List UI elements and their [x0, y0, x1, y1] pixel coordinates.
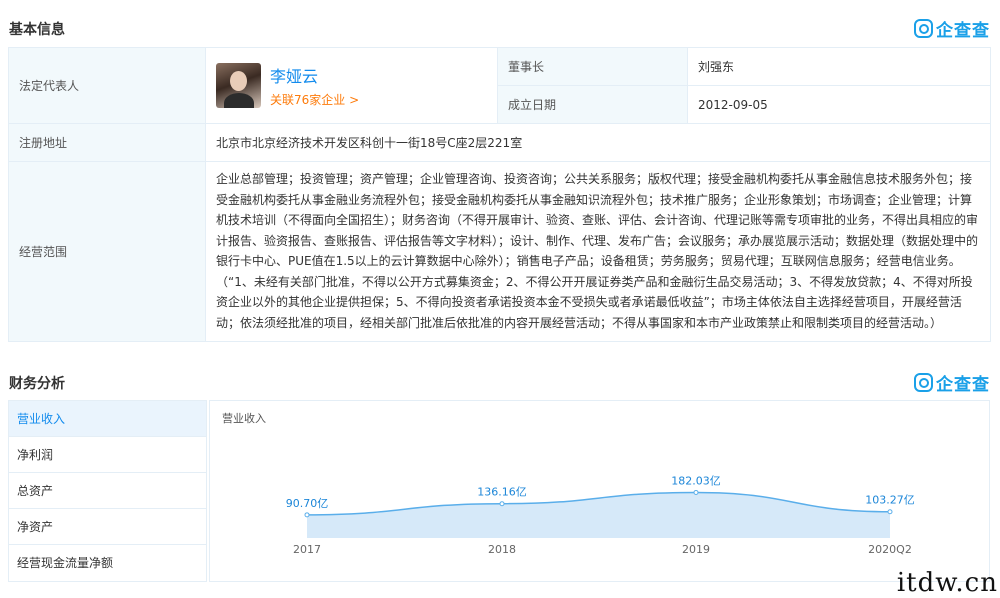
data-label: 90.70亿	[286, 497, 329, 510]
data-label: 182.03亿	[671, 474, 721, 487]
revenue-chart-svg: 营业收入 90.70亿 2017 136.16亿 2018 182.03亿 2019 103.…	[222, 411, 915, 556]
data-point	[887, 509, 893, 515]
basic-info-table: 法定代表人 李娅云 关联76家企业 > 董事长 刘强东 成立日期 2012-09…	[8, 47, 991, 342]
legal-rep-label: 法定代表人	[8, 47, 206, 124]
data-point	[693, 489, 699, 495]
data-point	[304, 512, 310, 518]
revenue-chart: 营业收入 90.70亿 2017 136.16亿 2018 182.03亿 2019 103.…	[209, 400, 990, 582]
founded-date-value: 2012-09-05	[687, 85, 991, 124]
tab-net-profit[interactable]: 净利润	[9, 437, 206, 473]
data-point	[499, 501, 505, 507]
data-label: 103.27亿	[865, 494, 915, 507]
chairman-label: 董事长	[497, 47, 688, 86]
finance-title: 财务分析	[9, 376, 65, 392]
revenue-area	[307, 492, 890, 538]
x-axis-label: 2019	[682, 543, 710, 556]
x-axis-label: 2018	[488, 543, 516, 556]
qichacha-logo-icon	[914, 373, 933, 392]
tab-net-assets[interactable]: 净资产	[9, 509, 206, 545]
x-axis-label: 2020Q2	[868, 543, 912, 556]
related-companies-link[interactable]: 关联76家企业 >	[270, 91, 359, 108]
tab-revenue[interactable]: 营业收入	[9, 401, 206, 437]
legal-rep-cell: 李娅云 关联76家企业 >	[205, 47, 498, 124]
watermark-text: itdw.cn	[896, 568, 998, 598]
qichacha-logo-finance[interactable]: 企查查	[914, 370, 990, 395]
address-value: 北京市北京经济技术开发区科创十一街18号C座2层221室	[205, 123, 991, 162]
legal-rep-name-link[interactable]: 李娅云	[270, 63, 359, 87]
qichacha-logo-text: 企查查	[936, 375, 990, 395]
qichacha-logo-text: 企查查	[936, 21, 990, 41]
address-label: 注册地址	[8, 123, 206, 162]
data-label: 136.16亿	[477, 486, 527, 499]
business-scope-value: 企业总部管理；投资管理；资产管理；企业管理咨询、投资咨询；公共关系服务；版权代理…	[205, 161, 991, 342]
legal-rep-avatar[interactable]	[216, 63, 261, 108]
chairman-value: 刘强东	[687, 47, 991, 86]
qichacha-logo-icon	[914, 19, 933, 38]
business-scope-label: 经营范围	[8, 161, 206, 342]
x-axis-label: 2017	[293, 543, 321, 556]
founded-date-label: 成立日期	[497, 85, 688, 124]
tab-operating-cash-flow[interactable]: 经营现金流量净额	[9, 545, 206, 581]
finance-tab-list: 营业收入 净利润 总资产 净资产 经营现金流量净额	[8, 400, 207, 582]
chart-title: 营业收入	[222, 411, 266, 425]
qichacha-logo[interactable]: 企查查	[914, 16, 990, 41]
tab-total-assets[interactable]: 总资产	[9, 473, 206, 509]
basic-info-title: 基本信息	[9, 22, 65, 38]
